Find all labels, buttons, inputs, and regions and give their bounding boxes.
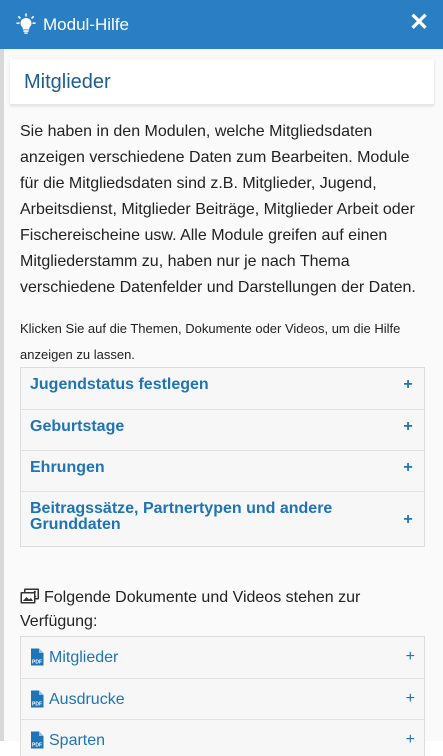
topic-beitragssaetze[interactable]: Beitragssätze, Partnertypen und andere G… <box>21 491 424 546</box>
topic-jugendstatus[interactable]: Jugendstatus festlegen + <box>21 368 424 409</box>
document-mitglieder[interactable]: PDF Mitglieder + <box>21 637 424 678</box>
svg-text:PDF: PDF <box>32 702 42 708</box>
plus-icon[interactable]: + <box>401 512 415 528</box>
plus-icon[interactable]: + <box>406 690 415 708</box>
documents-heading: Folgende Dokumente und Videos stehen zur… <box>20 586 425 634</box>
topic-geburtstage[interactable]: Geburtstage + <box>21 409 424 450</box>
images-icon <box>20 588 39 604</box>
document-label: Sparten <box>49 732 106 749</box>
plus-icon[interactable]: + <box>406 731 415 749</box>
svg-text:PDF: PDF <box>32 743 42 749</box>
pdf-icon: PDF <box>31 648 44 666</box>
help-header: Modul-Hilfe ✕ <box>0 0 443 49</box>
topics-accordion: Jugendstatus festlegen + Geburtstage + E… <box>20 367 425 547</box>
lightbulb-icon <box>16 13 36 34</box>
documents-heading-text: Folgende Dokumente und Videos stehen zur… <box>20 589 361 630</box>
topic-label: Ehrungen <box>30 459 105 476</box>
plus-icon[interactable]: + <box>406 648 415 666</box>
help-title: Modul-Hilfe <box>43 15 129 34</box>
topic-label: Beitragssätze, Partnertypen und andere G… <box>30 500 333 533</box>
plus-icon[interactable]: + <box>401 460 415 476</box>
document-sparten[interactable]: PDF Sparten + <box>21 719 424 756</box>
help-panel: Mitglieder Sie haben in den Modulen, wel… <box>0 49 443 756</box>
topic-ehrungen[interactable]: Ehrungen + <box>21 450 424 491</box>
hint-text: Klicken Sie auf die Themen, Dokumente od… <box>20 321 401 362</box>
plus-icon[interactable]: + <box>401 377 415 393</box>
pdf-icon: PDF <box>31 731 44 749</box>
page-title: Mitglieder <box>24 71 111 93</box>
page-title-box: Mitglieder <box>10 59 434 105</box>
documents-list: PDF Mitglieder + PDF Ausdrucke + PDF Spa… <box>20 636 425 756</box>
topic-label: Jugendstatus festlegen <box>30 376 209 393</box>
document-ausdrucke[interactable]: PDF Ausdrucke + <box>21 678 424 719</box>
svg-text:PDF: PDF <box>32 660 42 666</box>
intro-text: Sie haben in den Modulen, welche Mitglie… <box>20 123 416 296</box>
plus-icon[interactable]: + <box>401 419 415 435</box>
pdf-icon: PDF <box>31 690 44 708</box>
close-icon[interactable]: ✕ <box>406 10 432 36</box>
topic-label: Geburtstage <box>30 418 125 435</box>
document-label: Mitglieder <box>49 649 119 666</box>
document-label: Ausdrucke <box>49 691 125 708</box>
